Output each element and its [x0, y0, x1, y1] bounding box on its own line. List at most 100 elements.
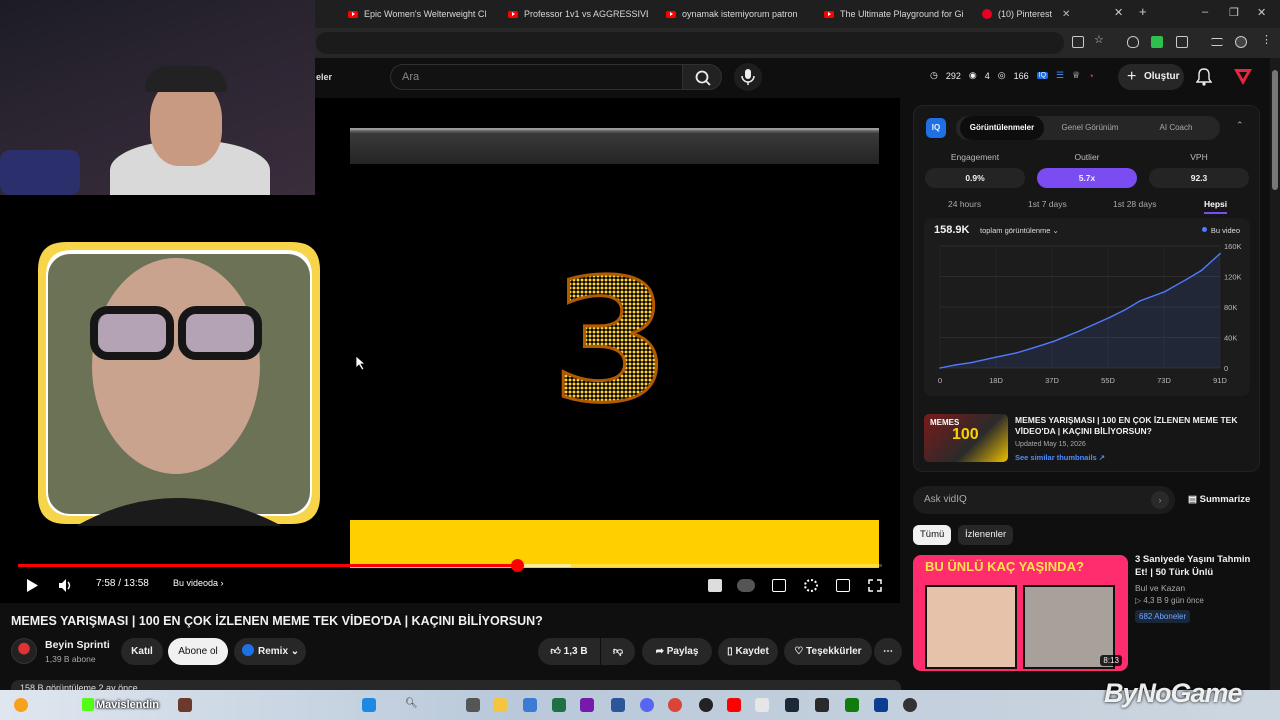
play-icon[interactable]: [25, 579, 39, 592]
range-7d[interactable]: 1st 7 days: [1028, 199, 1067, 209]
summarize-button[interactable]: ▤ Summarize: [1188, 494, 1250, 505]
remix-button[interactable]: Remix ⌄: [234, 638, 306, 665]
app-icon[interactable]: [699, 698, 713, 712]
bookmark-star-icon[interactable]: ☆: [1094, 33, 1106, 46]
data-point: [939, 367, 941, 369]
xbox-icon[interactable]: [845, 698, 859, 712]
range-24h[interactable]: 24 hours: [948, 199, 981, 209]
browser-tab-active[interactable]: (10) Pinterest ✕: [982, 4, 1132, 24]
list-icon[interactable]: ☰: [1056, 70, 1064, 81]
browser-tab[interactable]: The Ultimate Playground for Gi✕: [824, 4, 974, 24]
video-title: MEMES YARIŞMASI | 100 EN ÇOK İZLENEN MEM…: [11, 614, 543, 628]
discord-icon[interactable]: [640, 698, 654, 712]
tab-views[interactable]: Görüntülenmeler: [960, 116, 1044, 140]
trophy-icon[interactable]: ♕: [1072, 70, 1080, 81]
tab-ai-coach[interactable]: AI Coach: [1136, 116, 1216, 140]
start-menu-icon[interactable]: [362, 698, 376, 712]
epic-games-icon[interactable]: [815, 698, 829, 712]
ask-vidiq-input[interactable]: Ask vidIQ ›: [913, 486, 1175, 514]
more-actions-button[interactable]: ⋯: [874, 638, 902, 665]
chip-watched[interactable]: İzlenenler: [958, 525, 1014, 545]
range-all[interactable]: Hepsi: [1204, 199, 1228, 214]
dislike-button[interactable]: 👎︎: [601, 638, 635, 665]
fullscreen-icon[interactable]: [868, 579, 882, 592]
file-explorer-icon[interactable]: [493, 698, 507, 712]
onenote-icon[interactable]: [580, 698, 594, 712]
create-button[interactable]: Oluştur: [1118, 64, 1184, 90]
omnibox[interactable]: [316, 32, 1064, 54]
chip-all[interactable]: Tümü: [913, 525, 952, 545]
subscribe-button[interactable]: Abone ol: [168, 638, 228, 665]
views-line-chart: 160K 120K 80K 40K 0 0 18D 37D 55D 73D 91D: [938, 242, 1242, 385]
restore-icon[interactable]: ❐: [1229, 6, 1239, 19]
task-view-icon[interactable]: [466, 698, 480, 712]
page-scrollbar[interactable]: [1270, 58, 1280, 690]
store-icon[interactable]: [523, 698, 537, 712]
chapter-button[interactable]: Bu videoda ›: [173, 578, 224, 588]
tab-close-icon[interactable]: ✕: [1062, 9, 1070, 20]
theater-mode-icon[interactable]: [836, 579, 850, 592]
recommended-title[interactable]: 3 Saniyede Yaşını Tahmin Et! | 50 Türk Ü…: [1135, 553, 1260, 579]
youtube-app-icon[interactable]: [727, 698, 741, 712]
browser-tab[interactable]: oynamak istemiyorum patron✕: [666, 4, 808, 24]
install-app-icon[interactable]: [1072, 36, 1084, 48]
vidiq-player-icon[interactable]: [708, 579, 722, 592]
subtitles-icon[interactable]: [772, 579, 786, 592]
weather-icon[interactable]: [14, 698, 28, 712]
search-button[interactable]: [682, 64, 722, 90]
metric-label: Outlier: [1074, 152, 1100, 162]
channel-avatar[interactable]: [11, 638, 37, 664]
send-chevron-icon[interactable]: ›: [1151, 491, 1169, 509]
reading-list-icon[interactable]: [1211, 38, 1223, 46]
x-tick-label: 55D: [1101, 376, 1115, 385]
thanks-button[interactable]: ♡ Teşekkürler: [784, 638, 872, 665]
volume-icon[interactable]: [59, 579, 73, 592]
alert-icon[interactable]: ◔: [1088, 71, 1093, 81]
search-input[interactable]: Ara: [390, 64, 682, 90]
close-window-icon[interactable]: ✕: [1257, 6, 1266, 19]
y-tick-label: 0: [1224, 364, 1228, 373]
shield-icon[interactable]: [1127, 36, 1139, 48]
taskbar-search-icon[interactable]: 🔍︎: [405, 698, 419, 712]
scrubber-handle[interactable]: [510, 559, 524, 572]
tab-overview[interactable]: Genel Görünüm: [1048, 116, 1132, 140]
save-button[interactable]: ▯ Kaydet: [718, 638, 778, 665]
vidiq-icon[interactable]: IQ: [1036, 72, 1049, 79]
progress-bar[interactable]: [18, 559, 882, 572]
close-tab-icon[interactable]: ✕: [1114, 6, 1123, 19]
extension-green-icon[interactable]: [1151, 36, 1163, 48]
channel-name[interactable]: Beyin Sprinti: [45, 639, 110, 651]
recommended-thumbnail[interactable]: BU ÜNLÜ KAÇ YAŞINDA? 8:13: [913, 555, 1128, 671]
scrollbar-thumb[interactable]: [1272, 70, 1278, 190]
new-tab-button[interactable]: +: [1139, 4, 1147, 19]
notifications-bell-icon[interactable]: [1196, 68, 1212, 86]
autoplay-toggle[interactable]: [737, 579, 755, 592]
tab-close-icon[interactable]: ✕: [496, 9, 498, 20]
voice-search-button[interactable]: [734, 63, 762, 91]
streamer-webcam: [0, 0, 315, 195]
recommended-channel[interactable]: Bul ve Kazan: [1135, 583, 1185, 593]
profile-avatar-icon[interactable]: [1235, 36, 1247, 48]
more-menu-icon[interactable]: ⋮: [1261, 33, 1273, 46]
vidiq-brand-logo-icon[interactable]: [1234, 69, 1252, 85]
chrome-icon[interactable]: [668, 698, 682, 712]
notepad-icon[interactable]: [755, 698, 769, 712]
extensions-puzzle-icon[interactable]: [1176, 36, 1188, 48]
obs-icon[interactable]: [903, 698, 917, 712]
minimize-icon[interactable]: –: [1202, 6, 1208, 18]
browser-tab[interactable]: Epic Women's Welterweight Cl ✕: [348, 4, 498, 24]
share-button[interactable]: ➦ Paylaş: [642, 638, 712, 665]
tab-title: oynamak istemiyorum patron: [682, 9, 798, 19]
settings-gear-icon[interactable]: [804, 579, 818, 592]
collapse-chevron-icon[interactable]: ⌃: [1236, 120, 1244, 131]
ea-icon[interactable]: [874, 698, 888, 712]
like-count: 1,3 B: [563, 646, 588, 657]
word-icon[interactable]: [611, 698, 625, 712]
excel-icon[interactable]: [552, 698, 566, 712]
join-button[interactable]: Katıl: [121, 638, 163, 665]
range-28d[interactable]: 1st 28 days: [1113, 199, 1156, 209]
similar-thumbnails-link[interactable]: See similar thumbnails ↗: [1015, 453, 1105, 462]
like-button[interactable]: 👍︎ 1,3 B: [538, 638, 600, 665]
browser-tab[interactable]: Professor 1v1 vs AGGRESSIVE C✕: [508, 4, 648, 24]
steam-icon[interactable]: [785, 698, 799, 712]
